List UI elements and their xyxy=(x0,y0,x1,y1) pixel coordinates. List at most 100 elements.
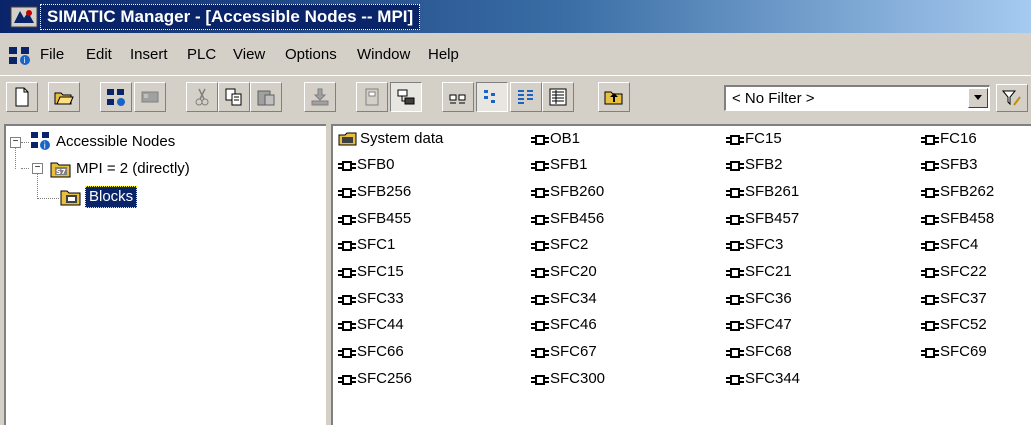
cut-icon xyxy=(195,88,209,106)
block-icon xyxy=(921,215,939,225)
block-name: SFB1 xyxy=(550,156,588,173)
title-bar: SIMATIC Manager - [Accessible Nodes -- M… xyxy=(0,0,1031,33)
tree-view[interactable]: − i Accessible Nodes − S7 MPI = 2 (direc… xyxy=(4,124,326,425)
menu-options[interactable]: Options xyxy=(285,44,337,66)
download-button[interactable] xyxy=(304,82,336,112)
block-icon xyxy=(531,188,549,198)
tree-item-label-selected: Blocks xyxy=(85,186,138,208)
block-icon xyxy=(726,348,744,358)
block-name: SFC300 xyxy=(550,370,606,387)
menu-view[interactable]: View xyxy=(233,44,265,66)
paste-button[interactable] xyxy=(250,82,282,112)
block-name: SFB260 xyxy=(550,183,605,200)
block-name: FC15 xyxy=(745,130,782,147)
window-title: SIMATIC Manager - [Accessible Nodes -- M… xyxy=(40,4,421,30)
menu-window[interactable]: Window xyxy=(357,44,410,66)
tree-line xyxy=(37,198,59,199)
block-icon xyxy=(338,161,356,171)
block-icon xyxy=(531,135,549,145)
system-data-icon xyxy=(338,132,357,146)
block-name: SFC36 xyxy=(745,290,792,307)
copy-icon xyxy=(225,88,242,106)
block-icon xyxy=(531,161,549,171)
block-name: SFC21 xyxy=(745,263,792,280)
block-name: SFB256 xyxy=(357,183,412,200)
block-name: System data xyxy=(360,130,444,147)
simatic-app-icon[interactable] xyxy=(10,6,38,28)
memory-card-button[interactable] xyxy=(134,82,166,112)
filter-dropdown-button[interactable] xyxy=(968,88,988,108)
tree-collapse-toggle[interactable]: − xyxy=(10,137,21,148)
accessible-nodes-button[interactable] xyxy=(100,82,132,112)
block-icon xyxy=(531,268,549,278)
tree-collapse-toggle[interactable]: − xyxy=(32,163,43,174)
menu-help[interactable]: Help xyxy=(428,44,459,66)
large-icons-button[interactable] xyxy=(442,82,474,112)
cut-button[interactable] xyxy=(186,82,218,112)
block-name: SFC69 xyxy=(940,343,987,360)
online-button[interactable] xyxy=(356,82,388,112)
offline-button[interactable] xyxy=(390,82,422,112)
tree-line xyxy=(21,168,29,169)
block-icon xyxy=(338,215,356,225)
menu-file[interactable]: File xyxy=(40,44,64,66)
new-button[interactable] xyxy=(6,82,38,112)
block-icon xyxy=(726,241,744,251)
block-name: SFC52 xyxy=(940,316,987,333)
tree-line xyxy=(15,147,16,169)
block-name: SFC37 xyxy=(940,290,987,307)
block-icon xyxy=(531,375,549,385)
block-icon xyxy=(921,321,939,331)
block-name: SFB455 xyxy=(357,210,412,227)
block-name: SFB261 xyxy=(745,183,800,200)
new-icon xyxy=(15,87,29,107)
svg-text:i: i xyxy=(44,142,47,152)
tree-line xyxy=(21,142,29,143)
block-name: SFB458 xyxy=(940,210,995,227)
block-icon xyxy=(338,241,356,251)
filter-settings-icon xyxy=(1002,90,1021,106)
small-icons-button[interactable] xyxy=(476,82,508,112)
block-icon xyxy=(921,295,939,305)
block-icon xyxy=(726,268,744,278)
filter-dropdown[interactable]: < No Filter > xyxy=(724,85,990,111)
block-icon xyxy=(726,161,744,171)
block-icon xyxy=(726,321,744,331)
block-name: SFC22 xyxy=(940,263,987,280)
menu-plc[interactable]: PLC xyxy=(187,44,216,66)
block-icon xyxy=(921,161,939,171)
filter-settings-button[interactable] xyxy=(996,84,1028,112)
online-icon xyxy=(365,88,379,106)
open-button[interactable] xyxy=(48,82,80,112)
block-icon xyxy=(338,375,356,385)
list-icon xyxy=(518,90,533,104)
block-name: SFC34 xyxy=(550,290,597,307)
block-list[interactable]: System data OB1 FC15 FC16 SFB0 SFB1 SFB2 SFB3 SF… xyxy=(331,124,1031,425)
menu-edit[interactable]: Edit xyxy=(86,44,112,66)
block-name: SFC20 xyxy=(550,263,597,280)
copy-button[interactable] xyxy=(218,82,250,112)
details-button[interactable] xyxy=(542,82,574,112)
block-name: SFC44 xyxy=(357,316,404,333)
menu-insert[interactable]: Insert xyxy=(130,44,168,66)
block-name: OB1 xyxy=(550,130,581,147)
document-window-icon[interactable]: i xyxy=(8,44,32,66)
block-icon xyxy=(921,241,939,251)
up-one-level-button[interactable] xyxy=(598,82,630,112)
offline-icon xyxy=(397,89,415,105)
paste-icon xyxy=(257,90,275,106)
download-icon xyxy=(311,88,329,106)
details-icon xyxy=(549,88,567,106)
block-icon xyxy=(338,295,356,305)
block-name: SFB3 xyxy=(940,156,978,173)
block-name: SFC67 xyxy=(550,343,597,360)
block-name: SFB262 xyxy=(940,183,995,200)
block-icon xyxy=(726,188,744,198)
small-icons-icon xyxy=(484,90,495,103)
svg-text:i: i xyxy=(24,56,26,65)
toolbar: < No Filter > xyxy=(0,75,1031,118)
up-one-level-icon xyxy=(604,91,623,105)
list-button[interactable] xyxy=(510,82,542,112)
block-icon xyxy=(531,348,549,358)
block-icon xyxy=(531,321,549,331)
